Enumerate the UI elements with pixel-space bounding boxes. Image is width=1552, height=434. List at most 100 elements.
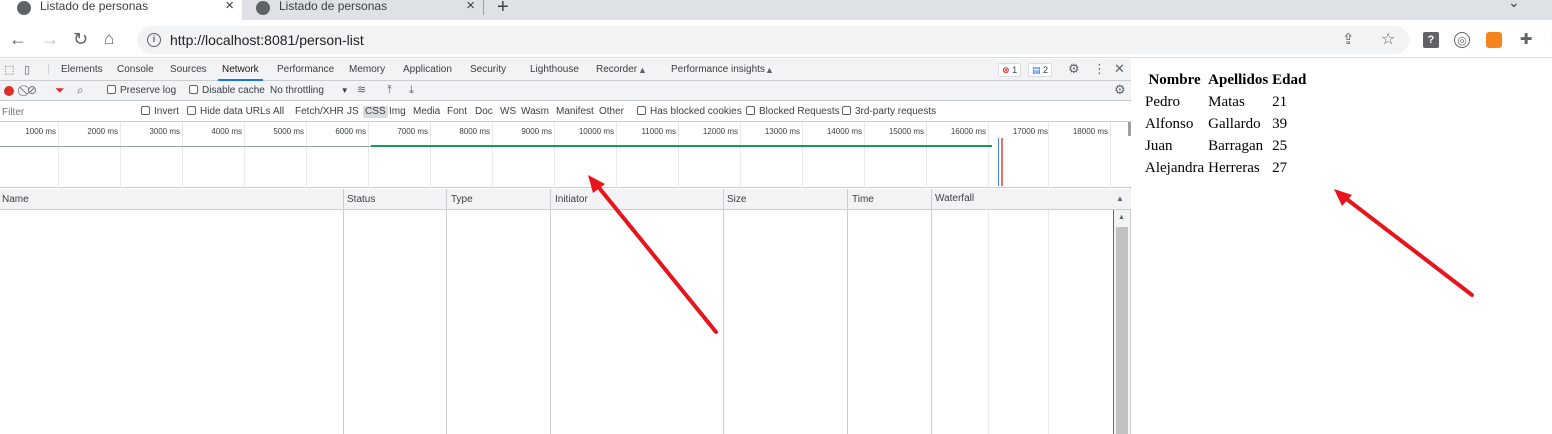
back-arrow-icon[interactable]: ← bbox=[9, 29, 27, 49]
person-table: Nombre Apellidos Edad Pedro Matas 21 Alf… bbox=[1142, 68, 1309, 180]
has-blocked-cookies-label: Has blocked cookies bbox=[650, 106, 742, 117]
inspect-element-icon[interactable]: ⬚ bbox=[4, 64, 14, 76]
metamask-fox-icon[interactable] bbox=[1486, 32, 1502, 48]
forward-arrow-icon[interactable]: → bbox=[41, 29, 59, 49]
filter-funnel-icon[interactable]: ⏷ bbox=[55, 84, 65, 96]
tab-console[interactable]: Console bbox=[117, 64, 154, 75]
tab-search-chevron-icon[interactable]: ⌄ bbox=[1508, 0, 1520, 11]
filter-type-wasm[interactable]: Wasm bbox=[521, 106, 549, 118]
cell-edad: 39 bbox=[1272, 116, 1288, 132]
blocked-requests-checkbox[interactable]: Blocked Requests bbox=[746, 106, 840, 118]
filter-type-media[interactable]: Media bbox=[413, 106, 440, 118]
tab-listado-active[interactable]: Listado de personas × bbox=[0, 0, 242, 20]
tab-memory[interactable]: Memory bbox=[349, 64, 385, 75]
overview-tick: 9000 ms bbox=[521, 127, 552, 136]
filter-input[interactable] bbox=[0, 104, 130, 120]
preserve-log-checkbox[interactable]: Preserve log bbox=[107, 85, 176, 97]
waterfall-gridline bbox=[1048, 210, 1049, 434]
header-apellidos: Apellidos bbox=[1208, 72, 1269, 88]
filter-type-manifest[interactable]: Manifest bbox=[556, 106, 594, 118]
requests-scrollbar-thumb[interactable] bbox=[1116, 227, 1128, 434]
tab-lighthouse[interactable]: Lighthouse bbox=[530, 64, 579, 75]
tab-elements[interactable]: Elements bbox=[61, 64, 103, 75]
bookmark-star-icon[interactable]: ☆ bbox=[1381, 29, 1395, 49]
filter-type-other[interactable]: Other bbox=[599, 106, 624, 118]
network-overview-timeline[interactable]: 1000 ms 2000 ms 3000 ms 4000 ms 5000 ms … bbox=[0, 122, 1131, 188]
export-har-icon[interactable]: ⤓ bbox=[409, 84, 414, 96]
record-button[interactable] bbox=[4, 86, 14, 96]
url-text[interactable]: http://localhost:8081/person-list bbox=[170, 32, 364, 48]
network-settings-gear-icon[interactable]: ⚙ bbox=[1114, 83, 1126, 96]
overview-tick: 5000 ms bbox=[273, 127, 304, 136]
sort-ascending-icon[interactable]: ▲ bbox=[1116, 194, 1124, 203]
column-waterfall[interactable]: Waterfall bbox=[935, 193, 974, 204]
tab-performance[interactable]: Performance bbox=[277, 64, 334, 75]
close-tab-icon[interactable]: × bbox=[225, 0, 234, 14]
search-icon[interactable]: ⌕ bbox=[77, 84, 84, 96]
column-initiator[interactable]: Initiator bbox=[555, 194, 588, 205]
filter-type-ws[interactable]: WS bbox=[500, 106, 516, 118]
filter-type-js[interactable]: JS bbox=[347, 106, 359, 118]
overview-gridline bbox=[244, 122, 245, 188]
extensions-puzzle-icon[interactable]: ✚ bbox=[1518, 32, 1534, 48]
throttling-value: No throttling bbox=[270, 85, 324, 96]
tab-sources[interactable]: Sources bbox=[170, 64, 207, 75]
column-type[interactable]: Type bbox=[451, 194, 473, 205]
tab-listado-inactive[interactable]: Listado de personas × bbox=[245, 0, 483, 20]
site-info-icon[interactable]: i bbox=[147, 33, 161, 47]
message-count-badge[interactable]: ▤ 2 bbox=[1028, 63, 1053, 77]
reload-icon[interactable]: ↻ bbox=[73, 29, 88, 49]
hide-data-urls-checkbox[interactable]: Hide data URLs bbox=[187, 106, 271, 118]
tab-performance-insights[interactable]: Performance insights bbox=[671, 64, 765, 75]
clear-circle-icon[interactable]: ⊘ bbox=[27, 84, 37, 96]
tab-network[interactable]: Network bbox=[222, 64, 259, 75]
home-icon[interactable]: ⌂ bbox=[104, 29, 114, 49]
settings-gear-icon[interactable]: ⚙ bbox=[1068, 62, 1080, 75]
chrome-menu-icon[interactable]: ⋮ bbox=[1545, 32, 1552, 48]
column-divider bbox=[446, 189, 447, 434]
tab-security[interactable]: Security bbox=[470, 64, 506, 75]
address-bar[interactable]: i http://localhost:8081/person-list ⇪ ☆ bbox=[137, 26, 1409, 54]
has-blocked-cookies-checkbox[interactable]: Has blocked cookies bbox=[637, 106, 742, 118]
overview-tick: 12000 ms bbox=[702, 127, 738, 136]
new-tab-button[interactable]: + bbox=[497, 0, 509, 19]
filter-type-all[interactable]: All bbox=[273, 106, 284, 118]
overview-gridline bbox=[492, 122, 493, 188]
more-options-icon[interactable]: ⋮ bbox=[1093, 62, 1106, 75]
message-count: 2 bbox=[1043, 65, 1049, 75]
column-name[interactable]: Name bbox=[2, 194, 29, 205]
filter-type-font[interactable]: Font bbox=[447, 106, 467, 118]
overview-gridline bbox=[864, 122, 865, 188]
overview-tick: 7000 ms bbox=[397, 127, 428, 136]
filter-type-doc[interactable]: Doc bbox=[475, 106, 493, 118]
column-divider bbox=[723, 189, 724, 434]
filter-type-img[interactable]: Img bbox=[389, 106, 406, 118]
column-size[interactable]: Size bbox=[727, 194, 746, 205]
invert-checkbox[interactable]: Invert bbox=[141, 106, 179, 118]
network-conditions-icon[interactable]: ≋ bbox=[357, 84, 366, 96]
throttling-select[interactable]: No throttling ▼ bbox=[270, 85, 349, 97]
tab-strip: Listado de personas × Listado de persona… bbox=[0, 0, 1552, 20]
overview-tick: 15000 ms bbox=[888, 127, 924, 136]
cell-apellidos: Barragan bbox=[1208, 138, 1264, 154]
column-status[interactable]: Status bbox=[347, 194, 375, 205]
filter-type-css[interactable]: CSS bbox=[363, 106, 388, 118]
tab-application[interactable]: Application bbox=[403, 64, 452, 75]
column-time[interactable]: Time bbox=[852, 194, 874, 205]
extension-help-icon[interactable]: ? bbox=[1423, 32, 1439, 48]
close-tab-icon[interactable]: × bbox=[466, 0, 475, 14]
third-party-requests-checkbox[interactable]: 3rd-party requests bbox=[842, 106, 936, 118]
load-event-marker bbox=[1001, 138, 1003, 186]
tab-recorder[interactable]: Recorder bbox=[596, 64, 637, 75]
extension-circle-icon[interactable]: ◎ bbox=[1454, 32, 1470, 48]
import-har-icon[interactable]: ⤒ bbox=[387, 84, 392, 96]
share-icon[interactable]: ⇪ bbox=[1342, 30, 1355, 48]
error-count-badge[interactable]: ⊗ 1 bbox=[998, 63, 1022, 77]
overview-tick: 17000 ms bbox=[1012, 127, 1048, 136]
scroll-up-arrow-icon[interactable]: ▲ bbox=[1118, 214, 1125, 221]
overview-track bbox=[0, 146, 371, 147]
filter-type-fetch-xhr[interactable]: Fetch/XHR bbox=[295, 106, 344, 118]
close-devtools-icon[interactable]: ✕ bbox=[1114, 62, 1125, 75]
device-toolbar-icon[interactable]: ▯ bbox=[24, 64, 30, 76]
disable-cache-checkbox[interactable]: Disable cache bbox=[189, 85, 265, 97]
